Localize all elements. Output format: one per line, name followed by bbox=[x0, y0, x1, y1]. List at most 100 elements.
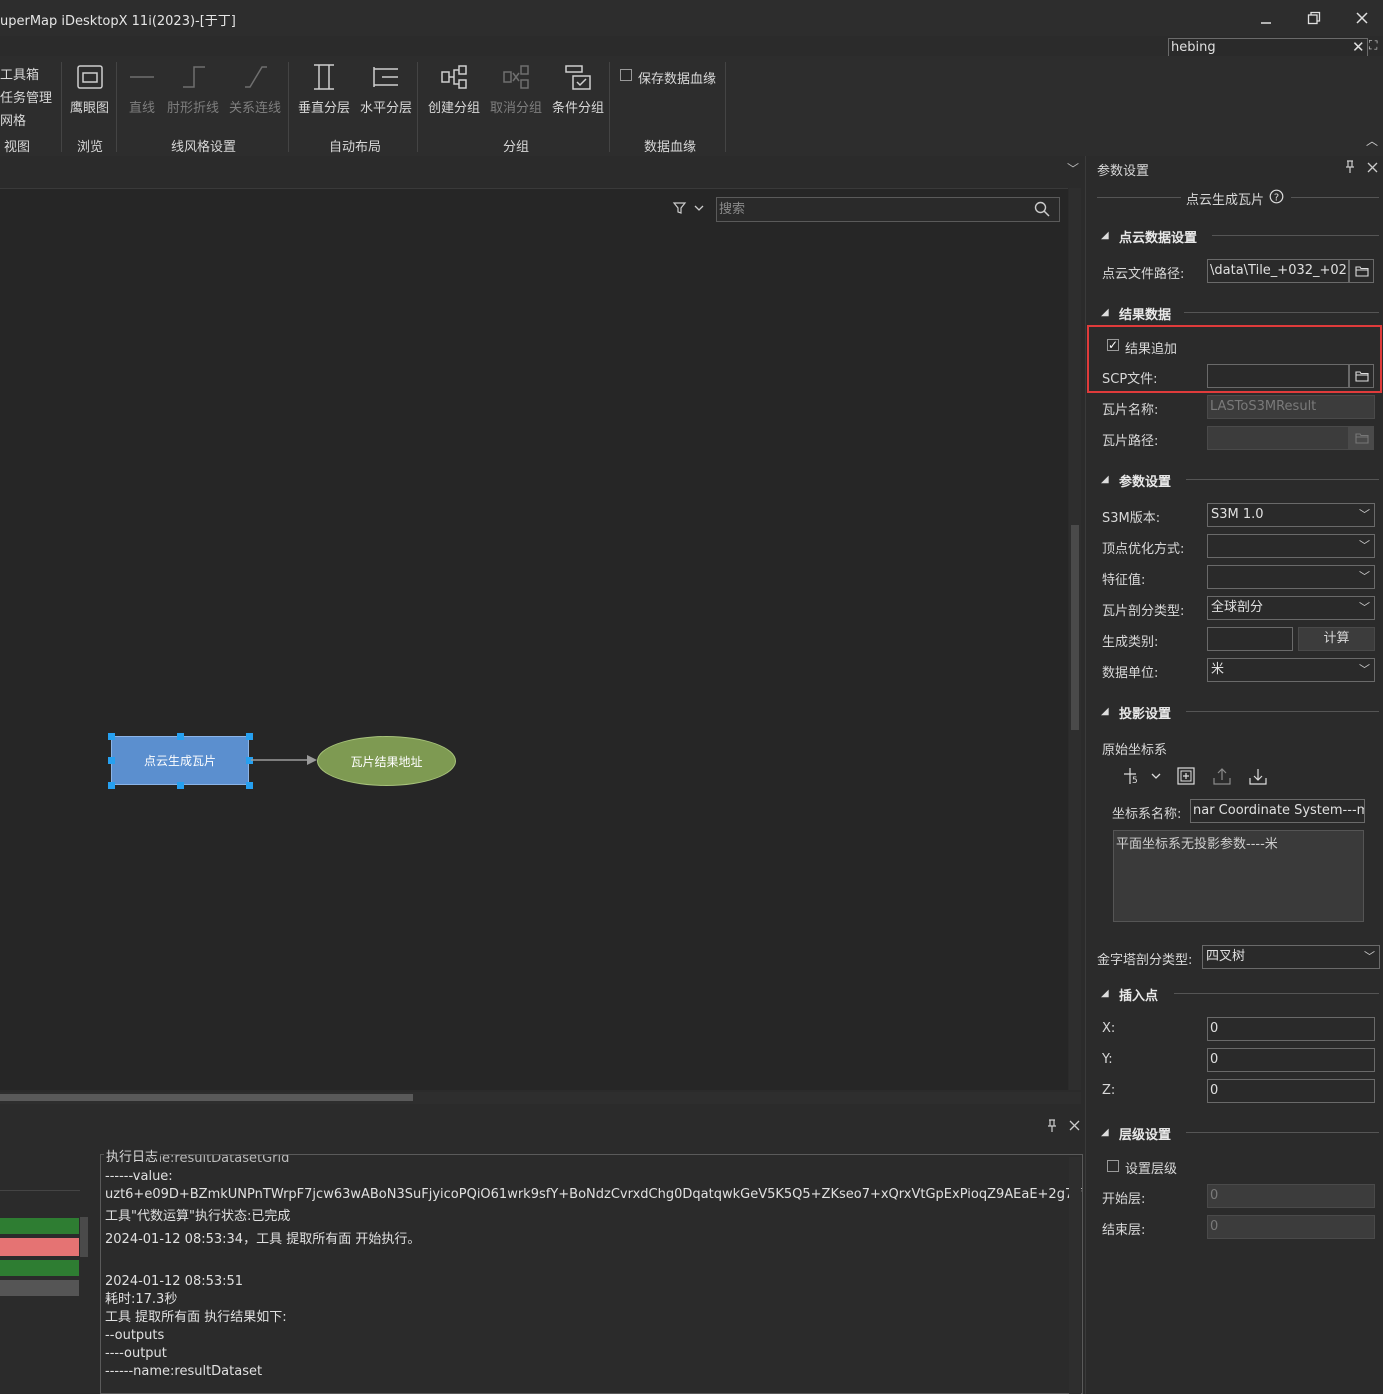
z-input[interactable]: 0 bbox=[1207, 1079, 1375, 1103]
collapse-ribbon-icon[interactable]: ︿ bbox=[1366, 132, 1378, 149]
calc-button[interactable]: 计算 bbox=[1298, 627, 1375, 651]
vertex-opt-select[interactable]: ﹀ bbox=[1207, 534, 1375, 558]
close-icon[interactable] bbox=[1366, 161, 1379, 178]
section-insert-point[interactable]: 插入点 bbox=[1119, 985, 1158, 1004]
minimize-button[interactable] bbox=[1251, 6, 1281, 30]
task-status-bar[interactable] bbox=[0, 1218, 79, 1234]
canvas-search-input[interactable]: 搜索 bbox=[716, 197, 1060, 222]
process-node[interactable]: 点云生成瓦片 bbox=[111, 736, 249, 785]
end-level-label: 结束层: bbox=[1102, 1223, 1146, 1238]
pointcloud-path-input[interactable]: \data\Tile_+032_+027 bbox=[1207, 259, 1349, 283]
collapse-triangle-icon[interactable]: ◢ bbox=[1101, 706, 1109, 717]
save-lineage-checkbox[interactable] bbox=[620, 69, 632, 81]
s3m-version-select[interactable]: S3M 1.0 ﹀ bbox=[1207, 503, 1375, 527]
output-node[interactable]: 瓦片结果地址 bbox=[317, 736, 456, 786]
collapse-triangle-icon[interactable]: ◢ bbox=[1101, 988, 1109, 999]
task-status-bar[interactable] bbox=[0, 1238, 79, 1256]
quick-search-input[interactable]: hebing bbox=[1168, 38, 1368, 57]
data-unit-select[interactable]: 米 ﹀ bbox=[1207, 658, 1375, 682]
canvas-vertical-scroll-thumb[interactable] bbox=[1071, 525, 1079, 730]
resize-handle[interactable] bbox=[246, 782, 253, 789]
section-params[interactable]: 参数设置 bbox=[1119, 471, 1171, 490]
horizontal-layer-button[interactable] bbox=[372, 63, 400, 95]
resize-handle[interactable] bbox=[177, 733, 184, 740]
browse-pointcloud-button[interactable] bbox=[1349, 259, 1374, 283]
resize-handle[interactable] bbox=[246, 733, 253, 740]
section-pointcloud[interactable]: 点云数据设置 bbox=[1119, 227, 1197, 246]
group-label-browse: 浏览 bbox=[77, 140, 104, 155]
crs-settings-dropdown[interactable]: 5 bbox=[1122, 766, 1164, 790]
relation-line-label: 关系连线 bbox=[229, 101, 282, 116]
divider bbox=[1186, 1132, 1379, 1133]
model-canvas[interactable] bbox=[0, 188, 1068, 1090]
import-crs-button[interactable] bbox=[1248, 766, 1268, 790]
ribbon-grid[interactable]: 网格 bbox=[0, 110, 26, 129]
clear-search-icon[interactable]: ✕ bbox=[1352, 38, 1366, 56]
elbow-line-button[interactable] bbox=[180, 63, 208, 95]
collapse-triangle-icon[interactable]: ◢ bbox=[1101, 1127, 1109, 1138]
pyramid-split-select[interactable]: 四叉树 ﹀ bbox=[1202, 945, 1380, 969]
resize-handle[interactable] bbox=[108, 733, 115, 740]
set-level-checkbox[interactable] bbox=[1107, 1160, 1119, 1172]
collapse-triangle-icon[interactable]: ◢ bbox=[1101, 307, 1109, 318]
search-icon[interactable] bbox=[1034, 201, 1050, 221]
append-result-checkbox[interactable]: ✓ bbox=[1107, 339, 1119, 351]
create-group-button[interactable] bbox=[440, 63, 468, 95]
cancel-group-button[interactable] bbox=[502, 63, 530, 95]
x-input[interactable]: 0 bbox=[1207, 1017, 1375, 1041]
s3m-version-label: S3M版本: bbox=[1102, 511, 1161, 526]
filter-dropdown[interactable] bbox=[672, 200, 708, 220]
end-level-input[interactable]: 0 bbox=[1207, 1215, 1375, 1239]
source-crs-label: 原始坐标系 bbox=[1102, 743, 1168, 758]
section-result[interactable]: 结果数据 bbox=[1119, 304, 1171, 323]
resize-handle[interactable] bbox=[108, 782, 115, 789]
section-projection[interactable]: 投影设置 bbox=[1119, 703, 1171, 722]
canvas-horizontal-scroll-thumb[interactable] bbox=[0, 1094, 413, 1101]
divider bbox=[1184, 312, 1379, 313]
vertical-layer-button[interactable] bbox=[310, 63, 338, 95]
pin-icon[interactable] bbox=[1344, 160, 1356, 178]
collapse-triangle-icon[interactable]: ◢ bbox=[1101, 474, 1109, 485]
pin-icon[interactable] bbox=[1046, 1119, 1058, 1137]
help-icon[interactable]: ? bbox=[1269, 189, 1284, 208]
browse-scp-button[interactable] bbox=[1349, 364, 1374, 388]
condition-group-button[interactable] bbox=[564, 63, 592, 95]
scp-file-input[interactable] bbox=[1207, 364, 1349, 388]
restore-button[interactable] bbox=[1299, 6, 1329, 30]
relation-line-button[interactable] bbox=[242, 63, 270, 95]
close-window-button[interactable] bbox=[1347, 6, 1377, 30]
eagle-eye-button[interactable] bbox=[76, 63, 104, 95]
crs-from-dataset-button[interactable] bbox=[1176, 766, 1196, 790]
log-vertical-scrollbar[interactable] bbox=[1069, 1157, 1081, 1394]
browse-tile-path-button[interactable] bbox=[1349, 426, 1374, 450]
task-status-bar[interactable] bbox=[0, 1280, 79, 1296]
fullscreen-icon[interactable]: ⛶ bbox=[1369, 38, 1377, 53]
resize-handle[interactable] bbox=[108, 757, 115, 764]
straight-line-button[interactable] bbox=[128, 63, 156, 95]
crs-name-input[interactable]: nar Coordinate System---m bbox=[1190, 799, 1365, 823]
tile-split-select[interactable]: 全球剖分 ﹀ bbox=[1207, 596, 1375, 620]
elbow-line-label: 肘形折线 bbox=[167, 101, 220, 116]
close-icon[interactable] bbox=[1068, 1119, 1081, 1136]
log-line: 2024-01-12 08:53:34，工具 提取所有面 开始执行。 bbox=[105, 1232, 421, 1247]
y-input[interactable]: 0 bbox=[1207, 1048, 1375, 1072]
ribbon-divider bbox=[61, 62, 62, 152]
export-crs-button[interactable] bbox=[1212, 766, 1232, 790]
start-level-input[interactable]: 0 bbox=[1207, 1184, 1375, 1208]
document-tab-bar bbox=[0, 156, 1085, 186]
ribbon-toolbox[interactable]: 工具箱 bbox=[0, 64, 39, 83]
collapse-triangle-icon[interactable]: ◢ bbox=[1101, 230, 1109, 241]
task-list-scroll-thumb[interactable] bbox=[80, 1217, 88, 1257]
section-levels[interactable]: 层级设置 bbox=[1119, 1124, 1171, 1143]
gen-level-input[interactable] bbox=[1207, 627, 1293, 651]
tile-name-input[interactable]: LASToS3MResult bbox=[1207, 395, 1375, 419]
tile-split-value: 全球剖分 bbox=[1211, 600, 1264, 615]
task-status-bar[interactable] bbox=[0, 1260, 79, 1276]
feature-select[interactable]: ﹀ bbox=[1207, 565, 1375, 589]
export-icon bbox=[1213, 768, 1231, 785]
tile-path-input[interactable] bbox=[1207, 426, 1349, 450]
eagle-eye-icon bbox=[77, 65, 103, 89]
ribbon-task-manager[interactable]: 任务管理 bbox=[0, 87, 52, 106]
chevron-down-icon[interactable]: ﹀ bbox=[1067, 160, 1079, 177]
resize-handle[interactable] bbox=[177, 782, 184, 789]
